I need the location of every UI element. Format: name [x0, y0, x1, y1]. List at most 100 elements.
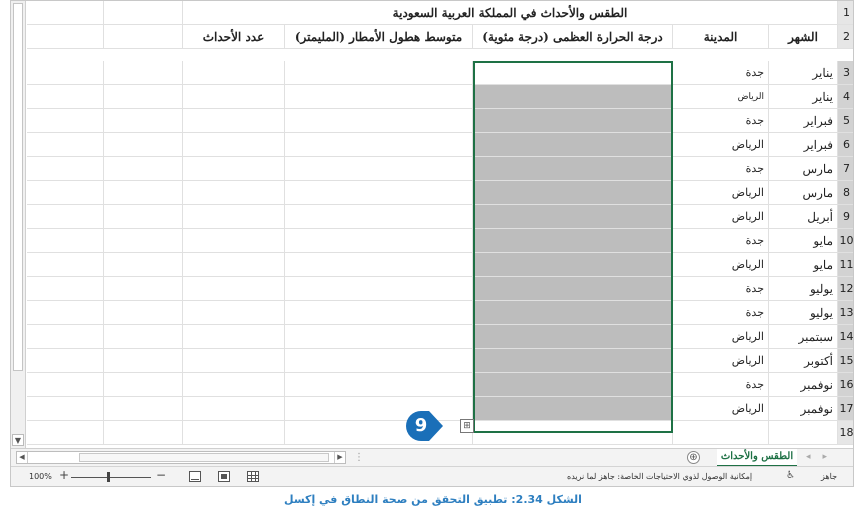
tab-prev-icon[interactable]: ◂	[806, 452, 823, 462]
city-cell[interactable]: جدة	[673, 157, 769, 181]
selected-cell[interactable]	[473, 325, 673, 349]
row-number[interactable]: 2	[838, 25, 853, 49]
row-number[interactable]: 3	[838, 61, 853, 85]
cell[interactable]	[285, 397, 473, 421]
row-number[interactable]: 12	[838, 277, 853, 301]
selected-cell[interactable]	[473, 253, 673, 277]
cell[interactable]	[183, 253, 285, 277]
page-layout-view-icon[interactable]	[218, 471, 230, 482]
selected-cell[interactable]	[473, 133, 673, 157]
cell[interactable]	[183, 421, 285, 445]
city-cell[interactable]: الرياض	[673, 133, 769, 157]
cell[interactable]	[183, 325, 285, 349]
selected-cell[interactable]	[473, 397, 673, 421]
selected-cell[interactable]	[473, 301, 673, 325]
city-cell[interactable]: جدة	[673, 229, 769, 253]
month-cell[interactable]: يناير	[769, 61, 838, 85]
cell[interactable]	[285, 85, 473, 109]
cell[interactable]	[27, 277, 104, 301]
cell[interactable]	[285, 181, 473, 205]
tab-split-handle-icon[interactable]: ⋮	[354, 452, 364, 463]
zoom-slider-thumb[interactable]	[107, 472, 110, 482]
scroll-right-arrow-icon[interactable]: ▶	[334, 452, 345, 463]
header-rain[interactable]: متوسط هطول الأمطار (المليمتر)	[285, 25, 473, 49]
city-cell[interactable]: الرياض	[673, 181, 769, 205]
cell[interactable]	[27, 61, 104, 85]
horizontal-scroll-thumb[interactable]	[79, 453, 329, 462]
city-cell[interactable]: الرياض	[673, 253, 769, 277]
month-cell[interactable]: سبتمبر	[769, 325, 838, 349]
cell[interactable]	[104, 421, 183, 445]
cell[interactable]	[104, 325, 183, 349]
cell[interactable]	[183, 157, 285, 181]
month-cell[interactable]: نوفمبر	[769, 373, 838, 397]
cell[interactable]	[285, 61, 473, 85]
active-cell[interactable]	[473, 61, 673, 85]
zoom-in-button[interactable]: −	[156, 468, 166, 482]
row-number[interactable]: 10	[838, 229, 853, 253]
quick-analysis-icon[interactable]: ⊞	[460, 419, 474, 433]
row-number[interactable]: 5	[838, 109, 853, 133]
month-cell[interactable]: نوفمبر	[769, 397, 838, 421]
month-cell[interactable]: يناير	[769, 85, 838, 109]
row-number[interactable]: 13	[838, 301, 853, 325]
cell[interactable]	[104, 205, 183, 229]
cell[interactable]	[27, 325, 104, 349]
selected-cell[interactable]	[473, 205, 673, 229]
city-cell[interactable]: جدة	[673, 277, 769, 301]
row-number[interactable]: 4	[838, 85, 853, 109]
cell[interactable]	[285, 229, 473, 253]
month-cell[interactable]: مايو	[769, 229, 838, 253]
selected-cell[interactable]	[473, 109, 673, 133]
cell[interactable]	[104, 61, 183, 85]
accessibility-status[interactable]: إمكانية الوصول لذوي الاحتياجات الخاصة: ج…	[567, 472, 752, 481]
cell[interactable]	[27, 157, 104, 181]
add-sheet-button[interactable]: ⊕	[687, 451, 700, 464]
city-cell[interactable]: الرياض	[673, 205, 769, 229]
cell[interactable]	[27, 373, 104, 397]
cell[interactable]	[27, 349, 104, 373]
tab-next-icon[interactable]: ▸	[823, 452, 840, 462]
scroll-left-arrow-icon[interactable]: ◀	[17, 452, 28, 463]
row-number[interactable]: 11	[838, 253, 853, 277]
city-cell[interactable]: جدة	[673, 373, 769, 397]
cell[interactable]	[769, 421, 838, 445]
cell[interactable]	[183, 373, 285, 397]
row-number[interactable]: 18	[838, 421, 853, 445]
city-cell[interactable]: الرياض	[673, 325, 769, 349]
zoom-slider[interactable]	[71, 477, 151, 478]
cell[interactable]	[673, 421, 769, 445]
month-cell[interactable]: فبراير	[769, 133, 838, 157]
month-cell[interactable]: مايو	[769, 253, 838, 277]
cell[interactable]	[285, 349, 473, 373]
header-temp[interactable]: درجة الحرارة العظمى (درجة مئوية)	[473, 25, 673, 49]
selected-cell[interactable]	[473, 229, 673, 253]
cell[interactable]	[285, 133, 473, 157]
cell[interactable]	[104, 301, 183, 325]
city-cell[interactable]: الرياض	[673, 349, 769, 373]
row-number[interactable]: 16	[838, 373, 853, 397]
tab-navigation[interactable]: ◂▸	[806, 452, 839, 462]
selected-cell[interactable]	[473, 85, 673, 109]
cell[interactable]	[183, 109, 285, 133]
cell[interactable]	[285, 277, 473, 301]
cell[interactable]	[104, 157, 183, 181]
row-number[interactable]: 1	[838, 1, 853, 25]
month-cell[interactable]: مارس	[769, 157, 838, 181]
cell[interactable]	[183, 205, 285, 229]
selected-cell[interactable]	[473, 373, 673, 397]
month-cell[interactable]: يوليو	[769, 301, 838, 325]
selected-cell[interactable]	[473, 157, 673, 181]
cell[interactable]	[104, 277, 183, 301]
page-break-view-icon[interactable]	[189, 471, 201, 482]
header-month[interactable]: الشهر	[769, 25, 838, 49]
cell[interactable]	[27, 1, 104, 25]
cell[interactable]	[183, 133, 285, 157]
cell[interactable]	[104, 349, 183, 373]
month-cell[interactable]: أكتوبر	[769, 349, 838, 373]
row-number[interactable]: 6	[838, 133, 853, 157]
cell[interactable]	[183, 277, 285, 301]
cell[interactable]	[183, 301, 285, 325]
cell[interactable]	[27, 25, 104, 49]
accessibility-icon[interactable]: ♿	[786, 470, 795, 481]
